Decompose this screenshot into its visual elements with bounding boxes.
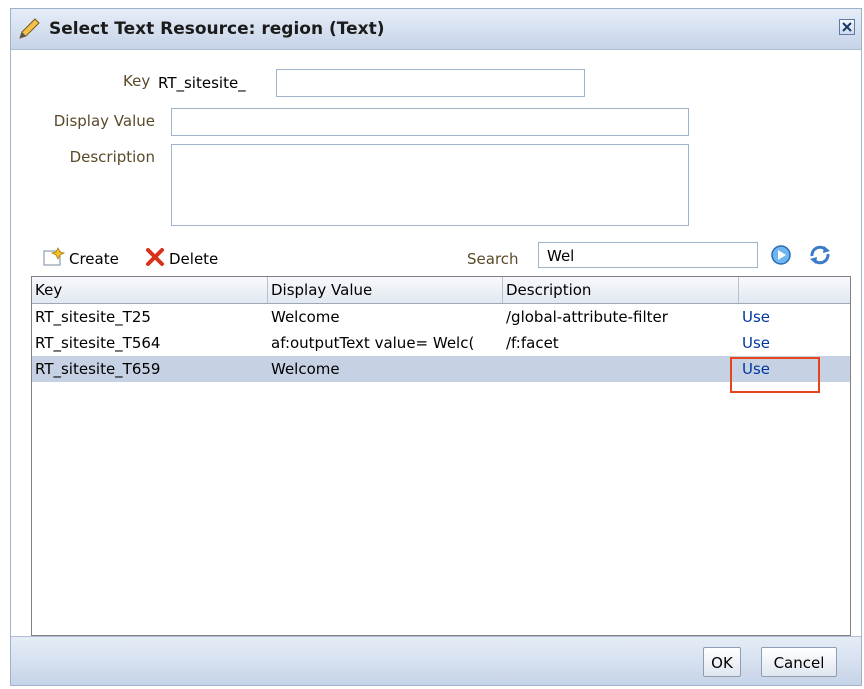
use-link-highlight-box xyxy=(730,357,820,393)
select-text-resource-dialog: Select Text Resource: region (Text) Key … xyxy=(10,8,862,686)
refresh-icon[interactable] xyxy=(808,244,830,266)
cell-key: RT_sitesite_T659 xyxy=(35,360,161,378)
ok-button[interactable]: OK xyxy=(703,647,741,677)
go-search-icon[interactable] xyxy=(770,244,792,266)
cell-key: RT_sitesite_T564 xyxy=(35,334,161,352)
cell-description: /f:facet xyxy=(506,334,559,352)
column-header-description[interactable]: Description xyxy=(503,277,739,303)
table-row-selected[interactable]: RT_sitesite_T659 Welcome Use xyxy=(32,356,850,382)
cell-description: /global-attribute-filter xyxy=(506,308,668,326)
dialog-title: Select Text Resource: region (Text) xyxy=(49,19,385,39)
create-icon xyxy=(43,247,66,271)
cell-description xyxy=(503,356,739,382)
cell-display-value: Welcome xyxy=(271,308,340,326)
use-link[interactable]: Use xyxy=(739,330,839,356)
dialog-footer: OK Cancel xyxy=(11,636,861,685)
description-label: Description xyxy=(69,148,155,166)
table-row[interactable]: RT_sitesite_T564 af:outputText value= We… xyxy=(32,330,850,356)
column-header-action xyxy=(739,277,850,303)
cell-display-value: af:outputText value= Welc( xyxy=(271,334,475,352)
column-header-display-value[interactable]: Display Value xyxy=(268,277,503,303)
cell-key: RT_sitesite_T25 xyxy=(35,308,151,326)
key-prefix: RT_sitesite_ xyxy=(158,74,246,92)
table-row[interactable]: RT_sitesite_T25 Welcome /global-attribut… xyxy=(32,304,850,330)
search-input[interactable]: Wel xyxy=(538,242,758,268)
search-label: Search xyxy=(467,250,519,268)
cell-display-value: Welcome xyxy=(271,360,340,378)
delete-icon xyxy=(145,247,165,271)
display-value-input[interactable] xyxy=(171,108,689,136)
display-value-label: Display Value xyxy=(53,112,155,130)
cancel-button[interactable]: Cancel xyxy=(761,647,837,677)
create-label: Create xyxy=(69,250,119,268)
description-textarea[interactable] xyxy=(171,144,689,226)
column-header-key[interactable]: Key xyxy=(32,277,268,303)
delete-label: Delete xyxy=(169,250,219,268)
delete-button[interactable]: Delete xyxy=(145,247,218,271)
key-input[interactable] xyxy=(276,69,585,97)
key-label: Key xyxy=(123,72,151,90)
create-button[interactable]: Create xyxy=(43,247,119,271)
use-link[interactable]: Use xyxy=(739,304,839,330)
resource-table: Key Display Value Description RT_sitesit… xyxy=(31,276,851,636)
dialog-titlebar: Select Text Resource: region (Text) xyxy=(11,9,861,50)
close-icon[interactable] xyxy=(839,19,855,35)
pencil-icon xyxy=(17,17,43,41)
table-header: Key Display Value Description xyxy=(32,277,850,304)
